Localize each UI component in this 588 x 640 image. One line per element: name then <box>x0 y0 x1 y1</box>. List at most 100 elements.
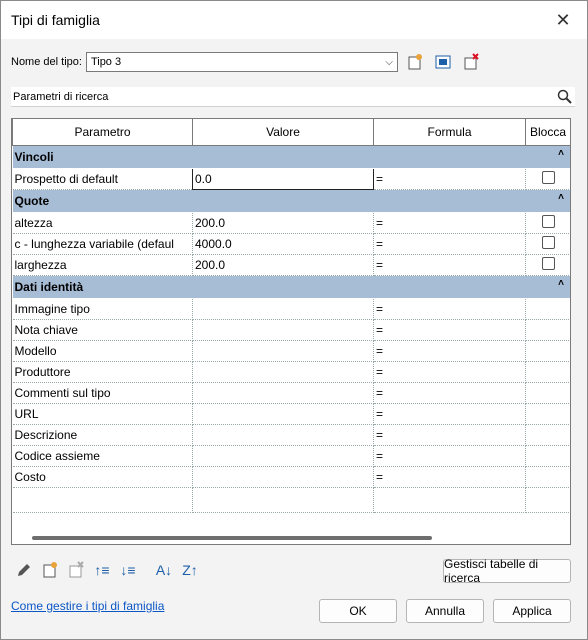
param-cell: Codice assieme <box>12 445 193 467</box>
lock-cell <box>525 424 570 446</box>
search-icon[interactable] <box>557 89 573 105</box>
sort-ascending-icon: A↓ <box>155 562 173 578</box>
formula-cell[interactable]: = <box>373 403 526 425</box>
lock-checkbox[interactable] <box>541 236 555 249</box>
value-cell[interactable] <box>192 445 374 467</box>
param-cell: Modello <box>12 340 193 362</box>
lock-cell <box>525 382 570 404</box>
table-row: Immagine tipo = <box>12 298 570 320</box>
value-cell[interactable] <box>192 361 374 383</box>
table-row: Costo = <box>12 466 570 488</box>
new-type-icon <box>408 54 422 70</box>
value-cell[interactable] <box>192 424 374 446</box>
value-cell[interactable] <box>192 340 374 362</box>
type-name-value: Tipo 3 <box>90 56 122 68</box>
rename-type-button[interactable] <box>432 51 454 73</box>
param-cell: Descrizione <box>12 424 193 446</box>
value-cell[interactable]: 0.0 <box>192 168 374 190</box>
delete-type-button[interactable] <box>460 51 482 73</box>
group-header-vincoli[interactable]: Vincoli ˄ <box>12 145 570 169</box>
lock-cell <box>525 340 570 362</box>
formula-cell[interactable]: = <box>373 319 526 341</box>
formula-cell[interactable]: = <box>373 233 526 255</box>
lock-cell <box>525 445 570 467</box>
value-cell[interactable]: 200.0 <box>192 254 374 276</box>
group-header-dati-identita[interactable]: Dati identità ˄ <box>12 275 570 299</box>
lock-cell <box>525 298 570 320</box>
value-cell[interactable] <box>192 382 374 404</box>
formula-cell[interactable]: = <box>373 168 526 190</box>
formula-cell[interactable]: = <box>373 382 526 404</box>
column-header[interactable]: Parametro <box>12 119 193 146</box>
param-cell: altezza <box>12 212 193 234</box>
delete-type-icon <box>464 53 479 70</box>
lock-cell <box>525 168 570 190</box>
table-row: Codice assieme = <box>12 445 570 467</box>
column-header[interactable]: Blocca <box>525 119 570 146</box>
parameters-table: Parametro Valore Formula Blocca Vincoli ˄… <box>12 119 570 513</box>
value-cell[interactable] <box>192 466 374 488</box>
formula-cell[interactable]: = <box>373 298 526 320</box>
type-name-combobox[interactable]: Tipo 3 ⌵ <box>85 52 398 72</box>
collapse-icon[interactable]: ˄ <box>558 148 564 159</box>
title-bar: Tipi di famiglia ✕ <box>1 1 587 39</box>
delete-parameter-button[interactable] <box>65 559 87 581</box>
value-cell[interactable]: 4000.0 <box>192 233 374 255</box>
new-parameter-button[interactable] <box>39 559 61 581</box>
value-cell[interactable] <box>192 298 374 320</box>
lock-checkbox[interactable] <box>541 171 555 184</box>
lock-cell <box>525 466 570 488</box>
formula-cell[interactable]: = <box>373 361 526 383</box>
table-row: Produttore = <box>12 361 570 383</box>
value-cell[interactable] <box>192 403 374 425</box>
value-cell[interactable]: 200.0 <box>192 212 374 234</box>
parameters-grid: Parametro Valore Formula Blocca Vincoli ˄… <box>11 118 571 545</box>
collapse-icon[interactable]: ˄ <box>558 192 564 203</box>
formula-cell[interactable]: = <box>373 254 526 276</box>
column-header[interactable]: Valore <box>192 119 374 146</box>
parameter-toolbar: ↑≡ ↓≡ A↓ Z↑ <box>13 559 205 581</box>
manage-lookup-tables-button[interactable]: Gestisci tabelle di ricerca <box>443 557 571 585</box>
sort-descending-button[interactable]: Z↑ <box>179 559 201 581</box>
move-down-button[interactable]: ↓≡ <box>117 559 139 581</box>
lock-checkbox[interactable] <box>541 257 555 270</box>
move-up-button[interactable]: ↑≡ <box>91 559 113 581</box>
param-cell: URL <box>12 403 193 425</box>
param-cell: Nota chiave <box>12 319 193 341</box>
ok-button[interactable]: OK <box>319 599 397 623</box>
formula-cell[interactable]: = <box>373 212 526 234</box>
horizontal-scrollbar[interactable] <box>32 536 432 540</box>
param-cell: Produttore <box>12 361 193 383</box>
apply-button[interactable]: Applica <box>493 599 571 623</box>
formula-cell[interactable]: = <box>373 466 526 488</box>
edit-parameter-button[interactable] <box>13 559 35 581</box>
collapse-icon[interactable]: ˄ <box>558 278 564 289</box>
lock-cell <box>525 403 570 425</box>
formula-cell[interactable]: = <box>373 445 526 467</box>
sort-ascending-button[interactable]: A↓ <box>153 559 175 581</box>
group-title: Dati identità <box>14 280 84 294</box>
table-row: larghezza 200.0 = <box>12 254 570 276</box>
type-name-row: Nome del tipo: Tipo 3 ⌵ <box>11 51 482 73</box>
table-row: Descrizione = <box>12 424 570 446</box>
value-cell[interactable] <box>192 319 374 341</box>
sort-descending-icon: Z↑ <box>182 562 198 578</box>
lock-cell <box>525 319 570 341</box>
formula-cell[interactable]: = <box>373 340 526 362</box>
close-icon[interactable]: ✕ <box>549 10 577 31</box>
new-parameter-icon <box>43 562 57 578</box>
lock-checkbox[interactable] <box>541 215 555 228</box>
new-type-button[interactable] <box>404 51 426 73</box>
help-link[interactable]: Come gestire i tipi di famiglia <box>11 599 164 613</box>
lock-cell <box>525 233 570 255</box>
move-down-icon: ↓≡ <box>120 562 136 578</box>
column-header[interactable]: Formula <box>373 119 526 146</box>
parameter-search-field[interactable]: Parametri di ricerca <box>11 87 575 107</box>
chevron-down-icon[interactable]: ⌵ <box>385 57 393 68</box>
formula-cell[interactable]: = <box>373 424 526 446</box>
table-row: URL = <box>12 403 570 425</box>
cancel-button[interactable]: Annulla <box>406 599 484 623</box>
param-cell: larghezza <box>12 254 193 276</box>
group-header-quote[interactable]: Quote ˄ <box>12 189 570 213</box>
param-cell: Costo <box>12 466 193 488</box>
